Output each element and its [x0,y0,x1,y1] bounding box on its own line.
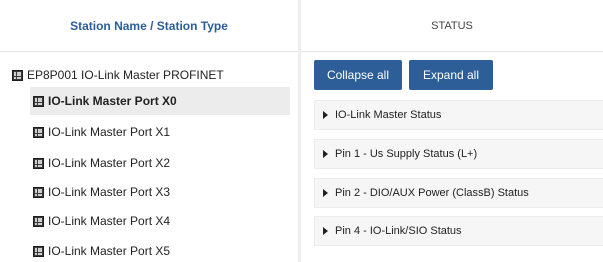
section-label: Pin 2 - DIO/AUX Power (ClassB) Status [335,187,529,199]
caret-right-icon [323,227,328,235]
tree-item-label: IO-Link Master Port X2 [48,156,171,170]
tree-item-label: IO-Link Master Port X4 [48,214,171,228]
station-tree-panel: Station Name / Station Type EP8P001 IO-L… [0,0,298,262]
tree-item-label: IO-Link Master Port X1 [48,125,171,139]
caret-right-icon [323,150,328,158]
section-io-link-master-status[interactable]: IO-Link Master Status [314,100,603,130]
tree-item-label: IO-Link Master Port X3 [48,185,171,199]
tree-item-label: IO-Link Master Port X5 [48,244,171,258]
tree-item-port-x1[interactable]: IO-Link Master Port X1 [30,118,290,146]
tree-item-port-x2[interactable]: IO-Link Master Port X2 [30,149,290,177]
tree-item-label: EP8P001 IO-Link Master PROFINET [27,68,224,82]
tree-item-label: IO-Link Master Port X0 [48,94,177,108]
section-pin1-us-supply-status[interactable]: Pin 1 - Us Supply Status (L+) [314,139,603,169]
section-pin2-dio-aux-power-status[interactable]: Pin 2 - DIO/AUX Power (ClassB) Status [314,178,603,208]
tree-item-port-x5[interactable]: IO-Link Master Port X5 [30,237,290,262]
collapse-all-button[interactable]: Collapse all [314,60,402,90]
port-node-icon [33,215,44,227]
section-pin4-io-link-sio-status[interactable]: Pin 4 - IO-Link/SIO Status [314,216,603,246]
port-node-icon [33,245,44,257]
section-label: IO-Link Master Status [335,109,442,121]
port-node-icon [33,95,44,107]
caret-right-icon [323,111,328,119]
tree-item-port-x3[interactable]: IO-Link Master Port X3 [30,178,290,206]
tree-item-port-x4[interactable]: IO-Link Master Port X4 [30,207,290,235]
expand-all-button[interactable]: Expand all [409,60,493,90]
tree-item-root-device[interactable]: EP8P001 IO-Link Master PROFINET [12,61,292,89]
section-label: Pin 1 - Us Supply Status (L+) [335,148,478,160]
status-panel: STATUS Collapse all Expand all IO-Link M… [301,0,603,262]
status-column-header: STATUS [301,0,603,52]
port-node-icon [33,186,44,198]
device-node-icon [12,69,23,81]
caret-right-icon [323,189,328,197]
section-label: Pin 4 - IO-Link/SIO Status [335,225,462,237]
station-column-header[interactable]: Station Name / Station Type [0,0,298,52]
port-node-icon [33,126,44,138]
port-node-icon [33,157,44,169]
tree-item-port-x0[interactable]: IO-Link Master Port X0 [30,87,290,115]
